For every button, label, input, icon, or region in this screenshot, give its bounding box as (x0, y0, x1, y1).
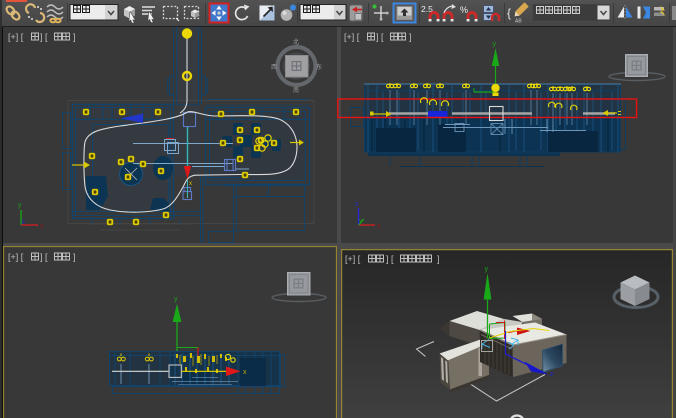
svg-text:北: 北 (293, 38, 299, 46)
svg-text:y: y (493, 41, 497, 48)
svg-text:] [: ] [ (40, 32, 48, 42)
svg-text:] [: ] [ (386, 254, 394, 264)
svg-text:南: 南 (293, 86, 299, 94)
svg-text:z: z (550, 371, 554, 378)
svg-text:] [: ] [ (40, 252, 48, 262)
svg-text:]: ] (73, 252, 76, 262)
svg-text:[+] [: [+] [ (344, 32, 360, 42)
svg-text:y: y (18, 202, 22, 209)
svg-text:[+] [: [+] [ (8, 32, 24, 42)
svg-text:x: x (243, 369, 247, 376)
svg-text:东: 东 (316, 63, 322, 71)
svg-text:x: x (377, 223, 381, 230)
svg-text:[+] [: [+] [ (8, 252, 24, 262)
svg-text:西: 西 (271, 64, 277, 71)
svg-text:%: % (460, 5, 468, 15)
svg-text:y: y (174, 296, 178, 303)
svg-text:z: z (22, 219, 26, 226)
svg-text:{: { (507, 6, 511, 20)
svg-text:]: ] (437, 254, 440, 264)
svg-text:y: y (485, 266, 489, 273)
svg-text:x: x (189, 181, 192, 187)
svg-text:y: y (359, 218, 363, 225)
svg-text:AB: AB (515, 19, 522, 25)
svg-text:[+] [: [+] [ (345, 254, 361, 264)
svg-text:]: ] (73, 32, 76, 42)
svg-text:x: x (40, 223, 44, 230)
svg-text:]: ] (409, 32, 412, 42)
svg-text:] [: ] [ (376, 32, 384, 42)
svg-text:z: z (355, 201, 359, 208)
